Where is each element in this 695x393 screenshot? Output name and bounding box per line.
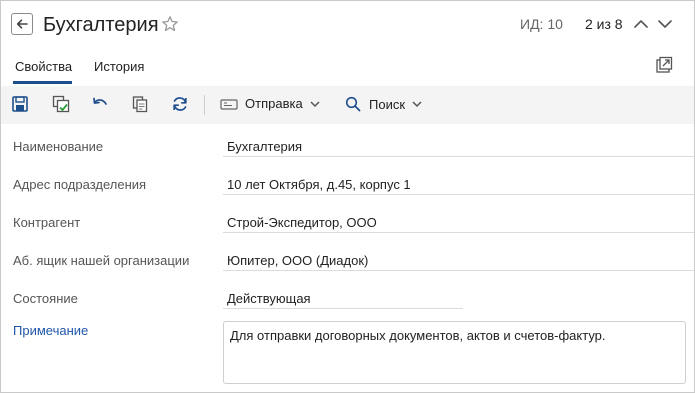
field-underline: [223, 232, 694, 233]
toolbar-separator: [204, 95, 205, 115]
save-icon[interactable]: [11, 95, 29, 113]
chevron-down-icon: [310, 100, 320, 107]
save-and-close-icon[interactable]: [52, 95, 70, 113]
send-dropdown[interactable]: Отправка: [220, 96, 321, 111]
field-underline: [223, 308, 463, 309]
field-value-counterparty[interactable]: Строй-Экспедитор, ООО: [227, 215, 377, 230]
open-in-new-window-icon[interactable]: [655, 56, 673, 74]
record-counter: 2 из 8: [585, 16, 623, 32]
refresh-icon[interactable]: [171, 95, 189, 113]
copy-icon[interactable]: [131, 95, 149, 113]
star-icon[interactable]: [161, 15, 179, 33]
arrow-left-icon: [16, 19, 28, 29]
tab-history[interactable]: История: [94, 59, 144, 74]
send-icon: [220, 98, 238, 110]
chevron-down-icon[interactable]: [656, 16, 674, 32]
field-label-mailbox: Аб. ящик нашей организации: [13, 253, 190, 268]
field-underline: [223, 270, 694, 271]
page-title: Бухгалтерия: [43, 14, 159, 36]
chevron-up-icon[interactable]: [632, 16, 650, 32]
field-value-address[interactable]: 10 лет Октября, д.45, корпус 1: [227, 177, 411, 192]
note-textarea[interactable]: Для отправки договорных документов, акто…: [223, 321, 686, 384]
field-label-name: Наименование: [13, 139, 104, 154]
field-value-state[interactable]: Действующая: [227, 291, 311, 306]
field-label-state: Состояние: [13, 291, 78, 306]
tab-properties[interactable]: Свойства: [15, 59, 72, 74]
send-dropdown-label: Отправка: [245, 96, 303, 111]
field-value-name[interactable]: Бухгалтерия: [227, 139, 302, 154]
field-value-mailbox[interactable]: Юпитер, ООО (Диадок): [227, 253, 368, 268]
note-label-link[interactable]: Примечание: [13, 323, 88, 338]
back-button[interactable]: [11, 13, 33, 35]
search-dropdown-label: Поиск: [369, 96, 406, 112]
field-underline: [223, 156, 694, 157]
field-label-counterparty: Контрагент: [13, 215, 81, 230]
undo-icon[interactable]: [91, 95, 109, 113]
chevron-down-icon: [412, 101, 422, 108]
field-underline: [223, 194, 694, 195]
record-id: ИД: 10: [520, 16, 563, 32]
search-dropdown[interactable]: Поиск: [345, 96, 423, 112]
active-tab-indicator: [13, 81, 72, 84]
field-label-address: Адрес подразделения: [13, 177, 147, 192]
search-icon: [345, 96, 361, 112]
